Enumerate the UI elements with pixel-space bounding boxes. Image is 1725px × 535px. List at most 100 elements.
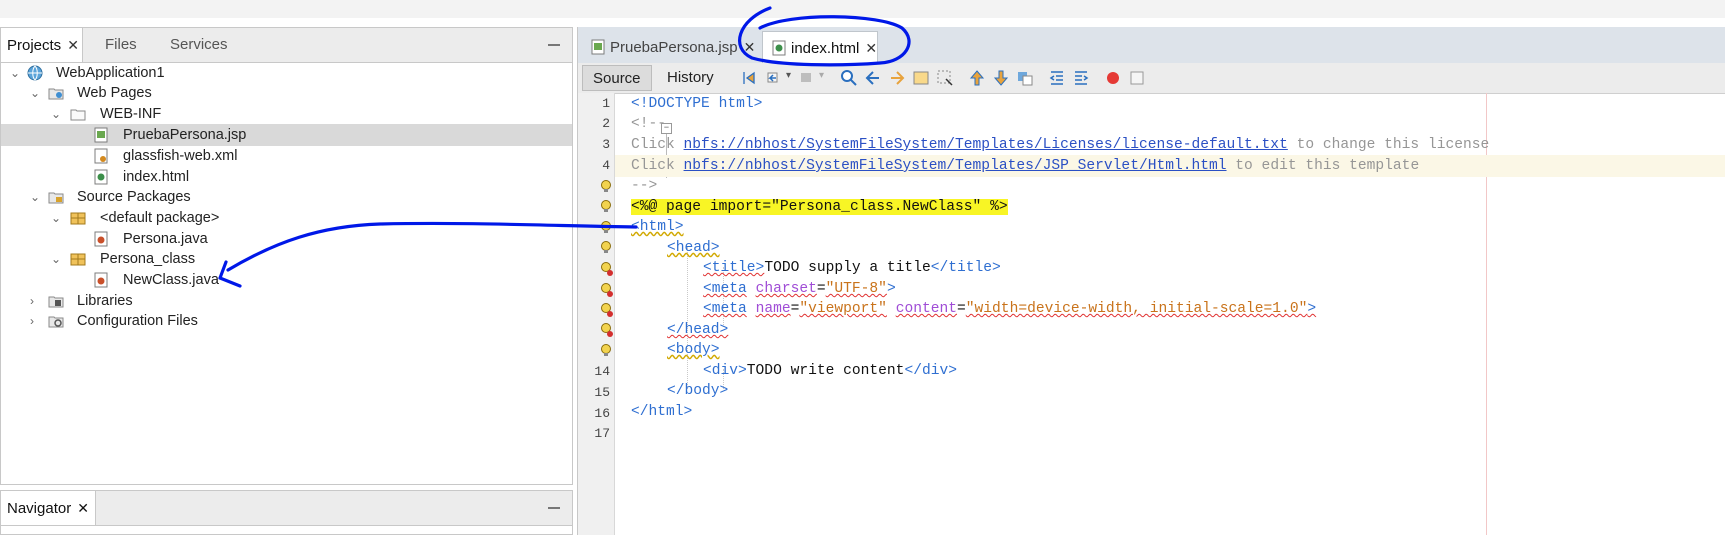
tree-item-newclass-java[interactable]: NewClass.java [1,269,572,291]
tag-end: > [1307,301,1317,317]
charset-attr: charset [755,281,817,297]
source-button[interactable]: Source [582,65,652,91]
record-macro-icon[interactable] [1104,69,1122,87]
previous-bookmark-icon[interactable] [968,69,986,87]
chevron-down-icon[interactable]: ⌄ [51,103,61,125]
editor-toolbar: Source History ▾ ▾ [578,63,1725,94]
tree-item-label: Libraries [77,293,133,309]
tree-item-pruebapersona-jsp[interactable]: PruebaPersona.jsp [1,124,572,146]
close-icon[interactable]: ✕ [744,39,756,55]
tree-item-label: WebApplication1 [56,65,165,81]
chevron-down-icon[interactable]: ⌄ [51,248,61,270]
line-number: 15 [594,385,610,400]
code-line-2: <!-- [615,113,1725,135]
chevron-down-icon[interactable]: ⌄ [30,186,40,208]
tree-item-source-packages[interactable]: ⌄ Source Packages [1,186,572,208]
next-bookmark-icon[interactable] [992,69,1010,87]
shift-right-icon[interactable] [1072,69,1090,87]
tree-item-index-html[interactable]: index.html [1,166,572,188]
tree-item-default-package[interactable]: ⌄ <default package> [1,207,572,229]
hint-error-icon[interactable] [600,262,613,276]
html-file-icon [94,169,108,185]
tab-index-html[interactable]: index.html ✕ [762,31,878,63]
tree-item-persona-java[interactable]: Persona.java [1,228,572,250]
template-link[interactable]: nbfs://nbhost/SystemFileSystem/Templates… [684,158,1227,174]
tree-item-glassfish-web-xml[interactable]: glassfish-web.xml [1,145,572,167]
tree-item-label: Configuration Files [77,313,198,329]
tree-item-web-inf[interactable]: ⌄ WEB-INF [1,103,572,125]
chevron-right-icon[interactable]: › [30,310,34,332]
select-icon[interactable] [936,69,954,87]
web-folder-icon [48,88,64,100]
close-icon[interactable]: ✕ [67,37,79,53]
minimize-icon[interactable] [548,507,560,509]
tab-projects[interactable]: Projects ✕ [1,28,83,62]
hint-bulb-icon[interactable] [600,200,613,214]
java-file-icon [94,231,108,247]
jsp-page-directive: <%@ page import="Persona_class.NewClass"… [631,199,1008,215]
tree-item-label: Web Pages [77,85,152,101]
tree-item-label: glassfish-web.xml [123,148,238,164]
license-link[interactable]: nbfs://nbhost/SystemFileSystem/Templates… [684,137,1288,153]
tree-item-webapplication1[interactable]: ⌄ WebApplication1 [1,62,572,84]
package-icon [70,253,86,266]
charset-value: "UTF-8" [825,281,887,297]
tree-item-label: Persona.java [123,231,208,247]
chevron-right-icon[interactable]: › [30,290,34,312]
tab-services[interactable]: Services [170,28,228,62]
tree-item-configuration-files[interactable]: › Configuration Files [1,310,572,332]
html-file-icon [772,40,786,56]
find-icon[interactable] [840,69,858,87]
hint-warning-icon[interactable] [600,221,613,235]
tab-navigator[interactable]: Navigator ✕ [1,491,96,525]
forward-icon[interactable] [798,69,816,87]
chevron-down-icon[interactable]: ⌄ [10,62,20,84]
close-icon[interactable]: ✕ [77,500,89,516]
line-number-gutter: 1 2 3 4 14 15 16 17 [578,93,615,535]
back-icon[interactable] [765,69,783,87]
find-previous-icon[interactable] [864,69,882,87]
hint-bulb-icon[interactable] [600,344,613,358]
name-attr: name [755,301,791,317]
hint-error-icon[interactable] [600,283,613,297]
title-text: TODO supply a title [764,260,931,276]
tab-projects-label: Projects [7,37,62,54]
tree-item-web-pages[interactable]: ⌄ Web Pages [1,82,572,104]
hint-error-icon[interactable] [600,323,613,337]
code-line-6: <%@ page import="Persona_class.NewClass"… [615,196,1725,218]
code-line-15: </body> [615,380,1725,402]
folder-icon [70,109,86,121]
find-selection-icon[interactable] [912,69,930,87]
tree-item-label: PruebaPersona.jsp [123,127,247,143]
hint-warning-icon[interactable] [600,241,613,255]
chevron-down-icon[interactable]: ⌄ [51,207,61,229]
chevron-down-icon[interactable]: ▾ [819,70,824,81]
hint-error-icon[interactable] [600,303,613,317]
code-line-8: <head> [615,237,1725,259]
history-button[interactable]: History [657,65,724,91]
stop-macro-icon[interactable] [1128,69,1146,87]
minimize-icon[interactable] [548,44,560,46]
chevron-down-icon[interactable]: ⌄ [30,82,40,104]
comment-open: <!-- [631,116,667,132]
line-number: 14 [594,364,610,379]
tab-pruebapersona-jsp[interactable]: PruebaPersona.jsp ✕ [584,31,755,63]
title-close-tag: </title> [930,260,1001,276]
chevron-down-icon[interactable]: ▾ [786,70,791,81]
comment-text: to edit this template [1226,158,1420,174]
last-edit-icon[interactable] [740,69,758,87]
code-line-1: <!DOCTYPE html> [615,93,1725,115]
toggle-bookmark-icon[interactable] [1016,69,1034,87]
shift-left-icon[interactable] [1048,69,1066,87]
code-editor[interactable]: − <!DOCTYPE html> <!-- Click nbfs://nbho… [615,93,1725,535]
doctype: <!DOCTYPE html> [631,96,763,112]
close-icon[interactable]: ✕ [865,40,877,56]
code-line-11: <meta name="viewport" content="width=dev… [703,301,1317,317]
tab-files[interactable]: Files [105,28,137,62]
tree-item-persona-class[interactable]: ⌄ Persona_class [1,248,572,270]
find-next-icon[interactable] [888,69,906,87]
tree-item-label: index.html [123,169,190,185]
hint-bulb-icon[interactable] [600,180,613,194]
tree-item-libraries[interactable]: › Libraries [1,290,572,312]
line-number: 16 [594,406,610,421]
